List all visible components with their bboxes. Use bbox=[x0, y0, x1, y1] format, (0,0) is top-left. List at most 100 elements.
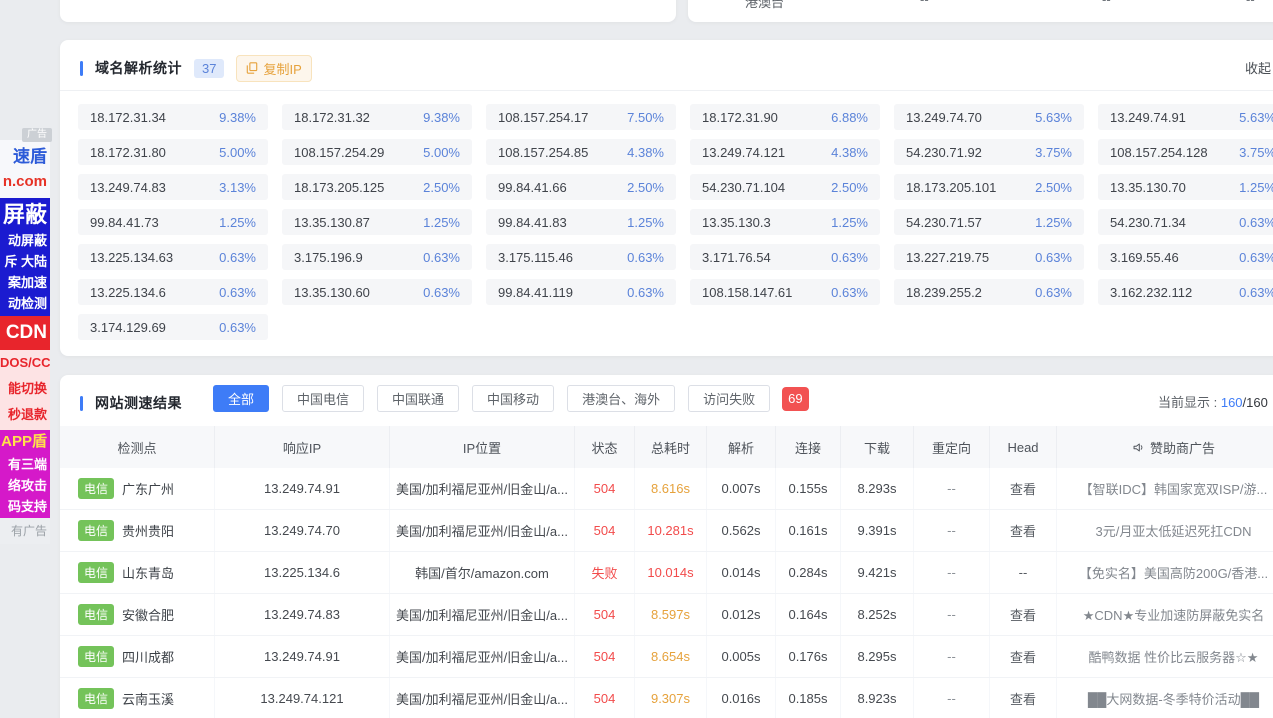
ip-chip: 54.230.71.57 1.25% bbox=[894, 209, 1084, 235]
head-view-link[interactable]: 查看 bbox=[1010, 647, 1036, 666]
ip-address: 18.173.205.125 bbox=[294, 180, 384, 195]
ip-address: 108.157.254.85 bbox=[498, 145, 588, 160]
ad-text-line: 有三端 bbox=[0, 454, 47, 475]
node-name: 安徽合肥 bbox=[122, 605, 174, 624]
filter-tab[interactable]: 全部 bbox=[213, 385, 269, 412]
left-ad-banner[interactable]: 广告 速盾 n.com 屏蔽 动屏蔽斥 大陆案加速动检测 CDN DOS/CC能… bbox=[0, 128, 50, 544]
head-view-link[interactable]: 查看 bbox=[1010, 605, 1036, 624]
ip-address: 99.84.41.66 bbox=[498, 180, 567, 195]
ip-percentage: 1.25% bbox=[1035, 215, 1072, 230]
ip-chip: 3.175.196.9 0.63% bbox=[282, 244, 472, 270]
sponsor-ad-link[interactable]: ★CDN★专业加速防屏蔽免实名 bbox=[1057, 594, 1273, 635]
redirect-value: -- bbox=[914, 636, 990, 677]
dns-time: 0.007s bbox=[707, 468, 776, 509]
sponsor-ad-link[interactable]: 【智联IDC】韩国家宽双ISP/游... bbox=[1057, 468, 1273, 509]
node-name: 云南玉溪 bbox=[122, 689, 174, 708]
status-value: 504 bbox=[594, 523, 616, 538]
ad-text-line: 动屏蔽 bbox=[0, 230, 47, 251]
accent-bar bbox=[80, 396, 83, 411]
table-row: 电信 山东青岛 13.225.134.6 韩国/首尔/amazon.com 失败… bbox=[60, 552, 1273, 594]
ip-percentage: 2.50% bbox=[1035, 180, 1072, 195]
ip-address: 13.249.74.91 bbox=[1110, 110, 1186, 125]
total-time: 10.281s bbox=[647, 523, 693, 538]
status-value: 504 bbox=[594, 607, 616, 622]
dns-time: 0.012s bbox=[707, 594, 776, 635]
dns-card-header: 域名解析统计 37 复制IP bbox=[80, 57, 312, 79]
node-cell: 电信 云南玉溪 bbox=[60, 678, 215, 718]
ip-address: 99.84.41.119 bbox=[498, 285, 573, 300]
ad-text-line: 屏蔽 bbox=[0, 200, 47, 230]
ip-chip: 13.249.74.91 5.63% bbox=[1098, 104, 1273, 130]
ip-address: 13.227.219.75 bbox=[906, 250, 989, 265]
ip-chip: 108.157.254.85 4.38% bbox=[486, 139, 676, 165]
ip-location: 美国/加利福尼亚州/旧金山/a... bbox=[390, 468, 575, 509]
table-row: 电信 广东广州 13.249.74.91 美国/加利福尼亚州/旧金山/a... … bbox=[60, 468, 1273, 510]
ip-address: 3.169.55.46 bbox=[1110, 250, 1179, 265]
copy-ip-button[interactable]: 复制IP bbox=[236, 55, 311, 82]
ip-grid: 18.172.31.34 9.38% 18.172.31.32 9.38% 10… bbox=[78, 104, 1273, 340]
ip-percentage: 1.25% bbox=[219, 215, 256, 230]
ip-chip: 3.175.115.46 0.63% bbox=[486, 244, 676, 270]
page: 广告 速盾 n.com 屏蔽 动屏蔽斥 大陆案加速动检测 CDN DOS/CC能… bbox=[0, 0, 1273, 718]
ip-percentage: 1.25% bbox=[423, 215, 460, 230]
head-view-link[interactable]: -- bbox=[1019, 565, 1028, 580]
filter-tab[interactable]: 中国联通 bbox=[377, 385, 459, 412]
filter-tab[interactable]: 中国电信 bbox=[282, 385, 364, 412]
ip-percentage: 0.63% bbox=[219, 250, 256, 265]
status-cell: 504 bbox=[575, 678, 635, 718]
head-view-link[interactable]: 查看 bbox=[1010, 689, 1036, 708]
ip-percentage: 0.63% bbox=[831, 285, 868, 300]
column-header-head: Head bbox=[990, 426, 1057, 468]
ip-chip: 13.35.130.70 1.25% bbox=[1098, 174, 1273, 200]
filter-tab-label: 全部 bbox=[228, 389, 254, 408]
ip-address: 99.84.41.83 bbox=[498, 215, 567, 230]
ip-percentage: 5.63% bbox=[1239, 110, 1273, 125]
filter-tab-label: 中国电信 bbox=[297, 389, 349, 408]
ip-chip: 108.158.147.61 0.63% bbox=[690, 279, 880, 305]
ip-percentage: 1.25% bbox=[1239, 180, 1273, 195]
filter-tab[interactable]: 港澳台、海外 bbox=[567, 385, 675, 412]
ip-chip: 3.169.55.46 0.63% bbox=[1098, 244, 1273, 270]
sponsor-ad-link[interactable]: 酷鸭数据 性价比云服务器☆★ bbox=[1057, 636, 1273, 677]
display-count-current: 160 bbox=[1221, 395, 1243, 410]
node-cell: 电信 广东广州 bbox=[60, 468, 215, 509]
filter-tab[interactable]: 访问失败 bbox=[688, 385, 770, 412]
ad-section-blue: 屏蔽 动屏蔽斥 大陆案加速动检测 bbox=[0, 198, 50, 316]
ad-text-line: 动检测 bbox=[0, 293, 47, 314]
redirect-value: -- bbox=[914, 594, 990, 635]
ip-chip: 13.225.134.63 0.63% bbox=[78, 244, 268, 270]
ip-percentage: 2.50% bbox=[831, 180, 868, 195]
collapse-link[interactable]: 收起 bbox=[1245, 58, 1271, 77]
head-view-link[interactable]: 查看 bbox=[1010, 479, 1036, 498]
ip-address: 18.172.31.32 bbox=[294, 110, 370, 125]
top-card-left bbox=[60, 0, 676, 22]
ip-percentage: 9.38% bbox=[423, 110, 460, 125]
sponsor-ad-link[interactable]: 3元/月亚太低延迟死扛CDN bbox=[1057, 510, 1273, 551]
ip-chip: 54.230.71.92 3.75% bbox=[894, 139, 1084, 165]
response-ip: 13.249.74.70 bbox=[215, 510, 390, 551]
ip-address: 13.35.130.70 bbox=[1110, 180, 1186, 195]
total-time: 8.597s bbox=[651, 607, 690, 622]
column-header-status: 状态 bbox=[575, 426, 635, 468]
ip-address: 13.225.134.6 bbox=[90, 285, 166, 300]
ad-section-pink: DOS/CC能切换秒退款 bbox=[0, 350, 50, 430]
ad-footer-note: 有广告 bbox=[0, 518, 50, 544]
total-time-cell: 8.616s bbox=[635, 468, 707, 509]
sponsor-ad-link[interactable]: 【免实名】美国高防200G/香港... bbox=[1057, 552, 1273, 593]
node-name: 山东青岛 bbox=[122, 563, 174, 582]
stats-row-label: 港澳台 bbox=[745, 0, 784, 11]
filter-tab-label: 港澳台、海外 bbox=[582, 389, 660, 408]
head-cell: 查看 bbox=[990, 678, 1057, 718]
sponsor-ad-link[interactable]: ██大网数据-冬季特价活动██ bbox=[1057, 678, 1273, 718]
ip-chip: 13.249.74.70 5.63% bbox=[894, 104, 1084, 130]
node-cell: 电信 安徽合肥 bbox=[60, 594, 215, 635]
ip-chip: 108.157.254.128 3.75% bbox=[1098, 139, 1273, 165]
total-time: 8.616s bbox=[651, 481, 690, 496]
ip-percentage: 0.63% bbox=[1239, 215, 1273, 230]
filter-tab-label: 中国移动 bbox=[487, 389, 539, 408]
redirect-value: -- bbox=[914, 468, 990, 509]
head-view-link[interactable]: 查看 bbox=[1010, 521, 1036, 540]
total-time: 9.307s bbox=[651, 691, 690, 706]
ip-chip: 13.35.130.3 1.25% bbox=[690, 209, 880, 235]
filter-tab[interactable]: 中国移动 bbox=[472, 385, 554, 412]
